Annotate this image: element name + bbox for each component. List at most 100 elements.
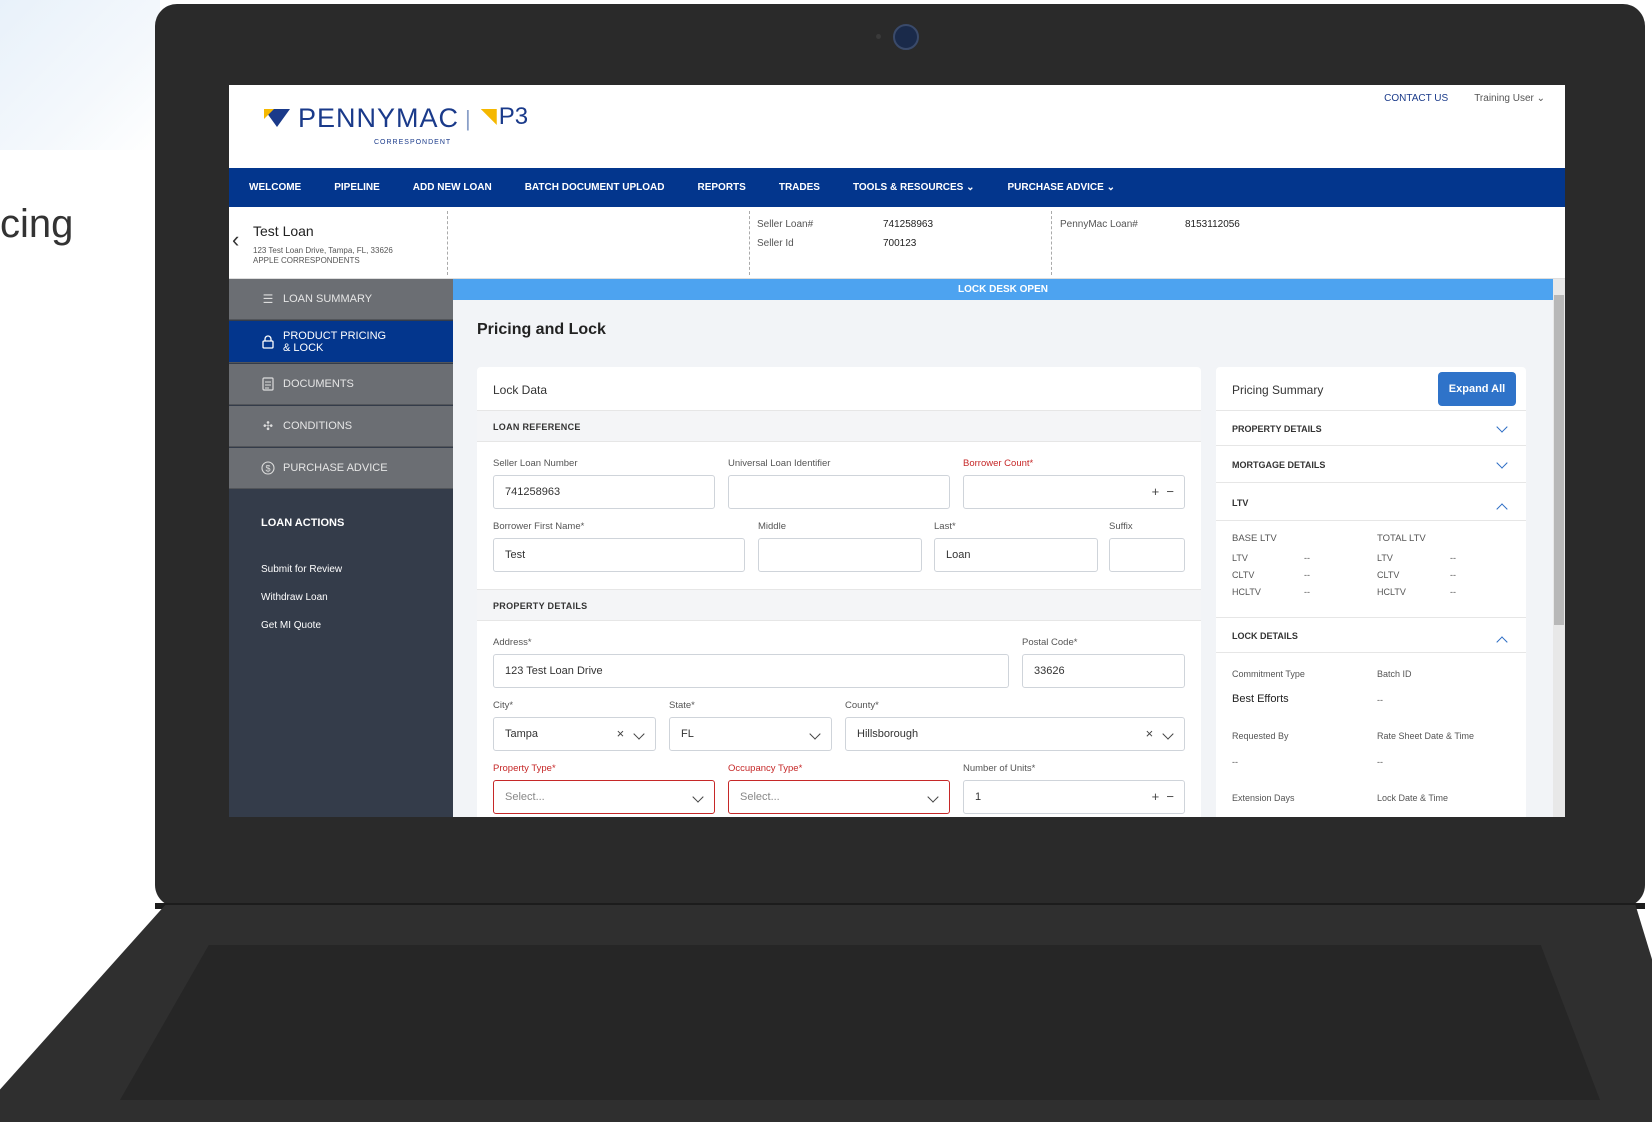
state-value: FL bbox=[681, 728, 694, 740]
suffix-input[interactable] bbox=[1109, 538, 1185, 572]
minus-icon[interactable]: − bbox=[1166, 484, 1174, 499]
get-mi-quote-link[interactable]: Get MI Quote bbox=[261, 620, 321, 631]
city-label: City* bbox=[493, 700, 514, 711]
uli-label: Universal Loan Identifier bbox=[728, 458, 831, 469]
last-name-label: Last* bbox=[934, 521, 956, 532]
first-name-input[interactable]: Test bbox=[493, 538, 745, 572]
svg-text:$: $ bbox=[265, 464, 270, 474]
seller-loan-number-input[interactable]: 741258963 bbox=[493, 475, 715, 509]
first-name-value: Test bbox=[505, 549, 526, 561]
logo-wordmark: PENNYMAC bbox=[298, 103, 460, 133]
postal-code-input[interactable]: 33626 bbox=[1022, 654, 1185, 688]
first-name-label: Borrower First Name* bbox=[493, 521, 585, 532]
nav-reports[interactable]: REPORTS bbox=[698, 182, 746, 193]
mortgage-details-accordion[interactable]: MORTGAGE DETAILS bbox=[1216, 447, 1526, 483]
logo-p3: P3 bbox=[498, 103, 529, 130]
chevron-down-icon[interactable] bbox=[1162, 728, 1174, 740]
address-label: Address* bbox=[493, 637, 532, 648]
contact-us-link[interactable]: CONTACT US bbox=[1384, 93, 1448, 104]
chevron-down-icon[interactable] bbox=[633, 728, 645, 740]
seller-id-value: 700123 bbox=[883, 238, 917, 249]
header-links: CONTACT US Training User ⌄ bbox=[1384, 93, 1545, 104]
property-details-accordion[interactable]: PROPERTY DETAILS bbox=[1216, 410, 1526, 446]
loan-title: Test Loan bbox=[253, 223, 314, 239]
nav-add-new-loan[interactable]: ADD NEW LOAN bbox=[413, 182, 492, 193]
main-nav: WELCOME PIPELINE ADD NEW LOAN BATCH DOCU… bbox=[229, 168, 1565, 207]
last-name-input[interactable]: Loan bbox=[934, 538, 1098, 572]
chevron-down-icon[interactable] bbox=[692, 791, 704, 803]
number-of-units-value: 1 bbox=[975, 791, 982, 803]
address-value: 123 Test Loan Drive bbox=[505, 665, 603, 677]
address-input[interactable]: 123 Test Loan Drive bbox=[493, 654, 1009, 688]
nav-welcome[interactable]: WELCOME bbox=[249, 182, 301, 193]
lock-data-card: Lock Data LOAN REFERENCE Seller Loan Num… bbox=[477, 367, 1201, 817]
last-name-value: Loan bbox=[946, 549, 971, 561]
occupancy-type-label: Occupancy Type* bbox=[728, 763, 803, 774]
sensor-dot bbox=[876, 34, 881, 39]
county-label: County* bbox=[845, 700, 879, 711]
property-type-select[interactable]: Select... bbox=[493, 780, 715, 814]
logo-subtitle: CORRESPONDENT bbox=[374, 139, 452, 146]
seller-loan-label: Seller Loan# bbox=[757, 219, 814, 230]
state-label: State* bbox=[669, 700, 695, 711]
plus-icon[interactable]: + bbox=[1152, 484, 1160, 499]
occupancy-type-placeholder: Select... bbox=[740, 791, 780, 803]
postal-code-value: 33626 bbox=[1034, 665, 1065, 677]
seller-loan-value: 741258963 bbox=[883, 219, 934, 230]
accordion-label: PROPERTY DETAILS bbox=[1232, 424, 1322, 434]
ltv-accordion[interactable]: LTV bbox=[1216, 485, 1526, 521]
commitment-type-label: Commitment Type bbox=[1232, 669, 1305, 679]
nav-tools-resources[interactable]: TOOLS & RESOURCES ⌄ bbox=[853, 182, 975, 193]
sidebar-item-purchase-advice[interactable]: $ PURCHASE ADVICE bbox=[229, 448, 453, 489]
clear-icon[interactable]: × bbox=[1146, 726, 1154, 741]
sidebar-item-label: PRODUCT PRICING & LOCK bbox=[283, 329, 387, 354]
accordion-label: MORTGAGE DETAILS bbox=[1232, 460, 1326, 470]
nav-batch-document-upload[interactable]: BATCH DOCUMENT UPLOAD bbox=[525, 182, 665, 193]
back-chevron-icon[interactable]: ‹ bbox=[232, 227, 239, 253]
suffix-label: Suffix bbox=[1109, 521, 1133, 532]
chevron-down-icon[interactable] bbox=[809, 728, 821, 740]
main-content: LOCK DESK OPEN Pricing and Lock Lock Dat… bbox=[453, 279, 1565, 817]
borrower-count-stepper[interactable]: + − bbox=[963, 475, 1185, 509]
sidebar-item-conditions[interactable]: ✣ CONDITIONS bbox=[229, 406, 453, 447]
sidebar-item-product-pricing-lock[interactable]: PRODUCT PRICING & LOCK bbox=[229, 321, 453, 363]
county-select[interactable]: Hillsborough × bbox=[845, 717, 1185, 751]
sidebar-item-loan-summary[interactable]: ☰ LOAN SUMMARY bbox=[229, 279, 453, 320]
batch-id-label: Batch ID bbox=[1377, 669, 1412, 679]
occupancy-type-select[interactable]: Select... bbox=[728, 780, 950, 814]
plus-icon[interactable]: + bbox=[1152, 789, 1160, 804]
lock-data-title: Lock Data bbox=[493, 383, 548, 397]
city-select[interactable]: Tampa × bbox=[493, 717, 656, 751]
middle-name-input[interactable] bbox=[758, 538, 922, 572]
lock-icon bbox=[261, 334, 275, 349]
expand-all-button[interactable]: Expand All bbox=[1438, 372, 1516, 406]
scrollbar-thumb[interactable] bbox=[1554, 295, 1564, 625]
nav-trades[interactable]: TRADES bbox=[779, 182, 820, 193]
withdraw-loan-link[interactable]: Withdraw Loan bbox=[261, 592, 328, 603]
uli-input[interactable] bbox=[728, 475, 950, 509]
chevron-down-icon[interactable] bbox=[927, 791, 939, 803]
clear-icon[interactable]: × bbox=[617, 726, 625, 741]
total-cltv-value: -- bbox=[1450, 570, 1456, 580]
submit-for-review-link[interactable]: Submit for Review bbox=[261, 564, 342, 575]
property-details-section: PROPERTY DETAILS bbox=[477, 589, 1201, 621]
minus-icon[interactable]: − bbox=[1166, 789, 1174, 804]
scrollbar[interactable] bbox=[1553, 279, 1565, 817]
nav-pipeline[interactable]: PIPELINE bbox=[334, 182, 380, 193]
pennymac-logo[interactable]: PENNYMAC | P3 CORRESPONDENT bbox=[264, 103, 529, 146]
side-caption: cing bbox=[0, 202, 74, 246]
lock-details-accordion[interactable]: LOCK DETAILS bbox=[1216, 617, 1526, 653]
county-value: Hillsborough bbox=[857, 728, 919, 740]
user-menu[interactable]: Training User ⌄ bbox=[1474, 93, 1545, 104]
number-of-units-label: Number of Units* bbox=[963, 763, 1036, 774]
sidebar-item-documents[interactable]: DOCUMENTS bbox=[229, 364, 453, 405]
camera-icon bbox=[893, 24, 919, 50]
borrower-count-label: Borrower Count* bbox=[963, 458, 1034, 469]
state-select[interactable]: FL bbox=[669, 717, 832, 751]
number-of-units-stepper[interactable]: 1 + − bbox=[963, 780, 1185, 814]
select-controls bbox=[692, 781, 704, 813]
list-icon: ☰ bbox=[262, 292, 274, 306]
extension-days-label: Extension Days bbox=[1232, 793, 1295, 803]
postal-code-label: Postal Code* bbox=[1022, 637, 1078, 648]
nav-purchase-advice[interactable]: PURCHASE ADVICE ⌄ bbox=[1008, 182, 1115, 193]
